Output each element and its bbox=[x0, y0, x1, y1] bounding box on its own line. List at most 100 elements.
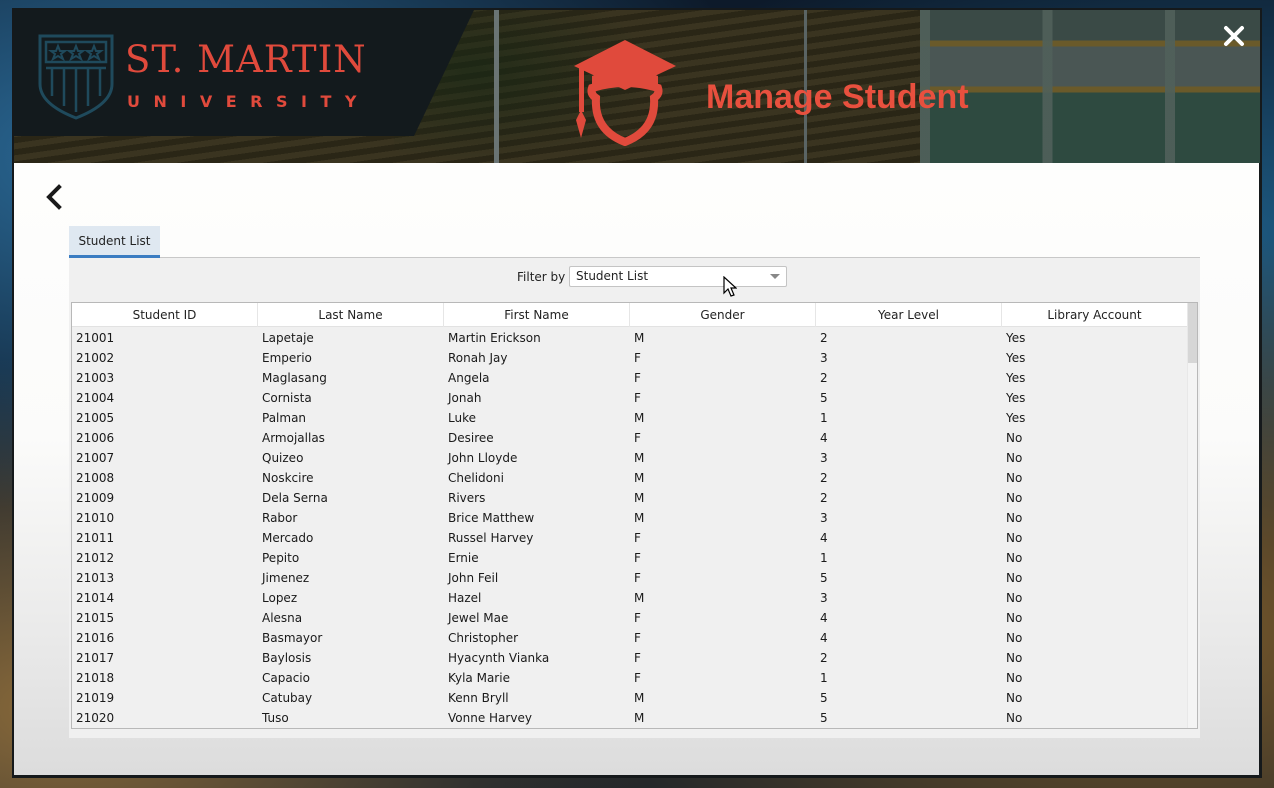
cell-gender: F bbox=[634, 551, 641, 565]
cell-student-id: 21010 bbox=[76, 511, 115, 525]
cell-student-id: 21014 bbox=[76, 591, 115, 605]
table-row[interactable]: 21004 Cornista Jonah F 5 Yes bbox=[72, 388, 1187, 408]
table-row[interactable]: 21006 Armojallas Desiree F 4 No bbox=[72, 428, 1187, 448]
cell-year-level: 2 bbox=[820, 331, 828, 345]
cell-year-level: 5 bbox=[820, 711, 828, 725]
cell-student-id: 21005 bbox=[76, 411, 115, 425]
table-row[interactable]: 21001 Lapetaje Martin Erickson M 2 Yes bbox=[72, 328, 1187, 348]
cell-year-level: 1 bbox=[820, 551, 828, 565]
table-row[interactable]: 21013 Jimenez John Feil F 5 No bbox=[72, 568, 1187, 588]
cell-first-name: Kyla Marie bbox=[448, 671, 510, 685]
table-row[interactable]: 21019 Catubay Kenn Bryll M 5 No bbox=[72, 688, 1187, 708]
cell-year-level: 5 bbox=[820, 571, 828, 585]
table-row[interactable]: 21012 Pepito Ernie F 1 No bbox=[72, 548, 1187, 568]
filter-row: Filter by Student List bbox=[69, 266, 1200, 290]
cell-last-name: Dela Serna bbox=[262, 491, 328, 505]
cell-gender: M bbox=[634, 331, 645, 345]
cell-library-account: No bbox=[1006, 551, 1023, 565]
cell-first-name: Jewel Mae bbox=[448, 611, 509, 625]
cell-student-id: 21017 bbox=[76, 651, 115, 665]
cell-first-name: Ronah Jay bbox=[448, 351, 508, 365]
cell-last-name: Basmayor bbox=[262, 631, 323, 645]
table-row[interactable]: 21008 Noskcire Chelidoni M 2 No bbox=[72, 468, 1187, 488]
cell-year-level: 4 bbox=[820, 431, 828, 445]
cell-student-id: 21016 bbox=[76, 631, 115, 645]
cell-year-level: 3 bbox=[820, 591, 828, 605]
cell-first-name: John Lloyde bbox=[448, 451, 518, 465]
vertical-scrollbar[interactable] bbox=[1187, 303, 1197, 728]
chevron-down-icon bbox=[770, 274, 780, 279]
cell-year-level: 5 bbox=[820, 391, 828, 405]
cell-student-id: 21007 bbox=[76, 451, 115, 465]
cell-student-id: 21008 bbox=[76, 471, 115, 485]
close-icon[interactable] bbox=[1222, 24, 1246, 48]
table-body: 21001 Lapetaje Martin Erickson M 2 Yes 21002 Em… bbox=[72, 328, 1187, 728]
cell-last-name: Maglasang bbox=[262, 371, 327, 385]
cell-year-level: 4 bbox=[820, 531, 828, 545]
table-row[interactable]: 21010 Rabor Brice Matthew M 3 No bbox=[72, 508, 1187, 528]
column-header-first-name[interactable]: First Name bbox=[444, 303, 630, 327]
cell-last-name: Rabor bbox=[262, 511, 298, 525]
table-row[interactable]: 21018 Capacio Kyla Marie F 1 No bbox=[72, 668, 1187, 688]
cell-gender: M bbox=[634, 491, 645, 505]
cell-gender: F bbox=[634, 631, 641, 645]
cell-first-name: Jonah bbox=[448, 391, 482, 405]
cell-gender: F bbox=[634, 351, 641, 365]
cell-first-name: Vonne Harvey bbox=[448, 711, 532, 725]
scrollbar-thumb[interactable] bbox=[1188, 303, 1197, 363]
cell-first-name: Angela bbox=[448, 371, 490, 385]
cell-library-account: No bbox=[1006, 571, 1023, 585]
cell-student-id: 21006 bbox=[76, 431, 115, 445]
cell-library-account: No bbox=[1006, 651, 1023, 665]
cell-year-level: 1 bbox=[820, 411, 828, 425]
table-row[interactable]: 21011 Mercado Russel Harvey F 4 No bbox=[72, 528, 1187, 548]
filter-label: Filter by bbox=[517, 270, 566, 284]
table-row[interactable]: 21003 Maglasang Angela F 2 Yes bbox=[72, 368, 1187, 388]
table-row[interactable]: 21007 Quizeo John Lloyde M 3 No bbox=[72, 448, 1187, 468]
cell-year-level: 2 bbox=[820, 651, 828, 665]
cell-student-id: 21009 bbox=[76, 491, 115, 505]
cell-year-level: 2 bbox=[820, 371, 828, 385]
tab-student-list[interactable]: Student List bbox=[69, 226, 160, 258]
table-row[interactable]: 21005 Palman Luke M 1 Yes bbox=[72, 408, 1187, 428]
cell-gender: M bbox=[634, 711, 645, 725]
cell-last-name: Cornista bbox=[262, 391, 312, 405]
cell-first-name: Kenn Bryll bbox=[448, 691, 509, 705]
back-button[interactable] bbox=[44, 183, 64, 211]
cell-library-account: Yes bbox=[1006, 411, 1026, 425]
column-header-last-name[interactable]: Last Name bbox=[258, 303, 444, 327]
table-row[interactable]: 21017 Baylosis Hyacynth Vianka F 2 No bbox=[72, 648, 1187, 668]
column-header-library-account[interactable]: Library Account bbox=[1002, 303, 1187, 327]
cell-library-account: No bbox=[1006, 511, 1023, 525]
cell-first-name: Desiree bbox=[448, 431, 494, 445]
cell-library-account: No bbox=[1006, 451, 1023, 465]
cell-student-id: 21002 bbox=[76, 351, 115, 365]
cell-first-name: Rivers bbox=[448, 491, 486, 505]
cell-library-account: Yes bbox=[1006, 371, 1026, 385]
cell-year-level: 4 bbox=[820, 611, 828, 625]
cell-gender: F bbox=[634, 431, 641, 445]
column-header-gender[interactable]: Gender bbox=[630, 303, 816, 327]
column-header-student-id[interactable]: Student ID bbox=[72, 303, 258, 327]
cell-gender: M bbox=[634, 591, 645, 605]
cell-first-name: John Feil bbox=[448, 571, 499, 585]
cell-last-name: Noskcire bbox=[262, 471, 314, 485]
table-row[interactable]: 21009 Dela Serna Rivers M 2 No bbox=[72, 488, 1187, 508]
cell-last-name: Jimenez bbox=[262, 571, 310, 585]
table-row[interactable]: 21015 Alesna Jewel Mae F 4 No bbox=[72, 608, 1187, 628]
table-row[interactable]: 21016 Basmayor Christopher F 4 No bbox=[72, 628, 1187, 648]
cell-library-account: No bbox=[1006, 531, 1023, 545]
cell-last-name: Mercado bbox=[262, 531, 314, 545]
table-row[interactable]: 21020 Tuso Vonne Harvey M 5 No bbox=[72, 708, 1187, 728]
cell-student-id: 21001 bbox=[76, 331, 115, 345]
university-logo: ST. MARTIN UNIVERSITY bbox=[14, 10, 474, 136]
cell-library-account: No bbox=[1006, 491, 1023, 505]
cell-library-account: No bbox=[1006, 471, 1023, 485]
page-title: Manage Student bbox=[706, 78, 969, 116]
filter-dropdown[interactable]: Student List bbox=[569, 266, 787, 287]
table-row[interactable]: 21014 Lopez Hazel M 3 No bbox=[72, 588, 1187, 608]
column-header-year-level[interactable]: Year Level bbox=[816, 303, 1002, 327]
table-row[interactable]: 21002 Emperio Ronah Jay F 3 Yes bbox=[72, 348, 1187, 368]
cell-first-name: Ernie bbox=[448, 551, 479, 565]
cell-library-account: Yes bbox=[1006, 351, 1026, 365]
